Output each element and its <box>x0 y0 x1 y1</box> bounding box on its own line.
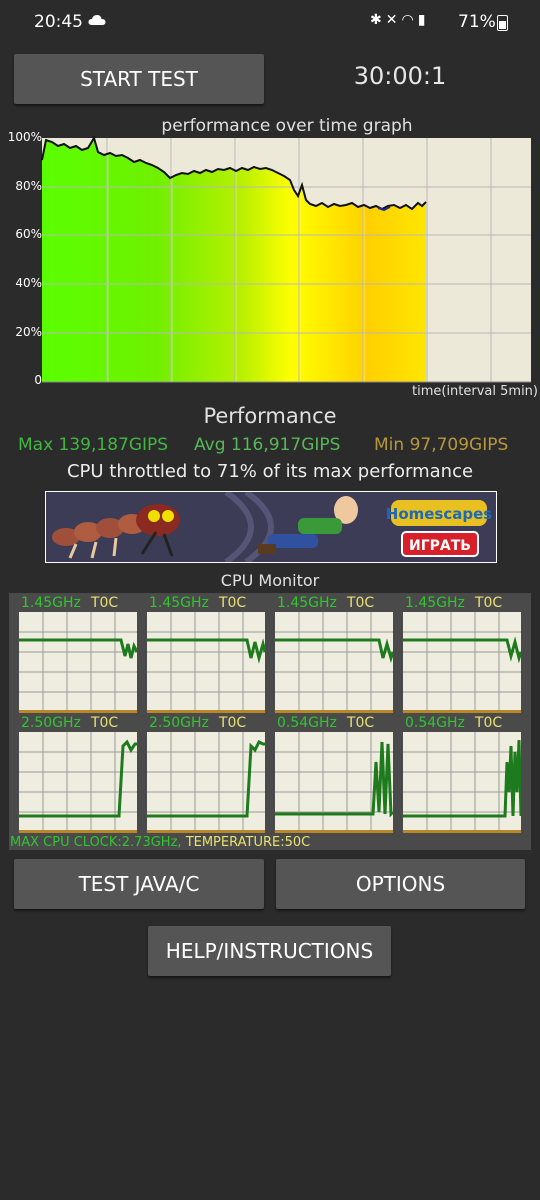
core-temp: T0C <box>474 715 503 731</box>
core-freq: 2.50GHz <box>21 715 81 731</box>
core-monitor-3: 1.45GHz T0C <box>275 595 393 713</box>
options-button[interactable]: OPTIONS <box>276 859 525 909</box>
status-bar: 20:45 ✱✕◠▮ 71% <box>0 0 540 44</box>
performance-graph <box>41 135 531 383</box>
graph-title: performance over time graph <box>161 116 413 136</box>
core-monitor-7: 0.54GHz T0C <box>275 715 393 833</box>
core-freq: 0.54GHz <box>277 715 337 731</box>
status-icons: ✱✕◠▮ <box>370 12 429 28</box>
ad-brand: Homescapes <box>386 505 493 523</box>
core-temp: T0C <box>218 595 247 611</box>
cloud-icon <box>88 15 106 25</box>
test-java-c-button[interactable]: TEST JAVA/C <box>14 859 264 909</box>
help-instructions-button[interactable]: HELP/INSTRUCTIONS <box>148 926 391 976</box>
core-temp: T0C <box>346 595 375 611</box>
core-monitor-6: 2.50GHz T0C <box>147 715 265 833</box>
battery-level: 71% <box>458 12 496 32</box>
wifi-icon: ◠ <box>401 12 418 28</box>
stat-min: Min 97,709GIPS <box>374 435 509 455</box>
y-tick-0: 0 <box>34 373 42 387</box>
core-plot <box>275 732 393 833</box>
cpu-footer: MAX CPU CLOCK:2.73GHz, TEMPERATURE:50C <box>10 835 310 850</box>
bluetooth-icon: ✱ <box>370 12 386 28</box>
core-plot <box>19 732 137 833</box>
stat-max: Max 139,187GIPS <box>18 435 169 455</box>
y-tick-40: 40% <box>15 276 42 290</box>
y-tick-100: 100% <box>7 130 42 144</box>
core-plot <box>403 732 521 833</box>
core-temp: T0C <box>218 715 247 731</box>
ad-cta: ИГРАТЬ <box>409 538 471 554</box>
core-temp: T0C <box>90 595 119 611</box>
y-tick-60: 60% <box>15 227 42 241</box>
signal-icon: ▮ <box>417 12 430 28</box>
core-temp: T0C <box>474 595 503 611</box>
stat-avg: Avg 116,917GIPS <box>194 435 341 455</box>
throttle-message: CPU throttled to 71% of its max performa… <box>66 461 474 482</box>
core-plot <box>275 612 393 713</box>
ad-illustration: Homescapes ИГРАТЬ <box>46 492 496 562</box>
cpu-temperature: TEMPERATURE:50C <box>185 835 311 850</box>
battery-icon <box>497 15 508 31</box>
y-tick-20: 20% <box>15 325 42 339</box>
core-monitor-5: 2.50GHz T0C <box>19 715 137 833</box>
mute-icon: ✕ <box>385 12 402 28</box>
homescapes-logo: Homescapes <box>386 500 493 526</box>
ad-play-button[interactable]: ИГРАТЬ <box>401 531 479 557</box>
core-plot <box>147 732 265 833</box>
cpu-monitor-panel: 1.45GHz T0C 1.45GHz T0C 1.45GHz T0C 1.45GHz… <box>9 593 531 850</box>
y-tick-80: 80% <box>15 179 42 193</box>
core-plot <box>403 612 521 713</box>
core-plot <box>147 612 265 713</box>
core-temp: T0C <box>346 715 375 731</box>
cpu-monitor-title: CPU Monitor <box>220 571 320 590</box>
core-temp: T0C <box>90 715 119 731</box>
core-freq: 0.54GHz <box>405 715 465 731</box>
core-freq: 1.45GHz <box>405 595 465 611</box>
status-time: 20:45 <box>34 12 83 32</box>
core-plot <box>19 612 137 713</box>
start-test-button[interactable]: START TEST <box>14 54 264 104</box>
core-monitor-2: 1.45GHz T0C <box>147 595 265 713</box>
core-freq: 1.45GHz <box>149 595 209 611</box>
performance-title: Performance <box>203 404 337 428</box>
max-cpu-clock: MAX CPU CLOCK:2.73GHz, <box>10 835 182 850</box>
core-monitor-4: 1.45GHz T0C <box>403 595 521 713</box>
core-monitor-8: 0.54GHz T0C <box>403 715 521 833</box>
ad-banner[interactable]: Homescapes ИГРАТЬ <box>45 491 497 563</box>
x-axis-label: time(interval 5min) <box>412 384 538 399</box>
test-timer: 30:00:1 <box>353 62 447 90</box>
core-freq: 1.45GHz <box>277 595 337 611</box>
core-freq: 1.45GHz <box>21 595 81 611</box>
core-freq: 2.50GHz <box>149 715 209 731</box>
core-monitor-1: 1.45GHz T0C <box>19 595 137 713</box>
